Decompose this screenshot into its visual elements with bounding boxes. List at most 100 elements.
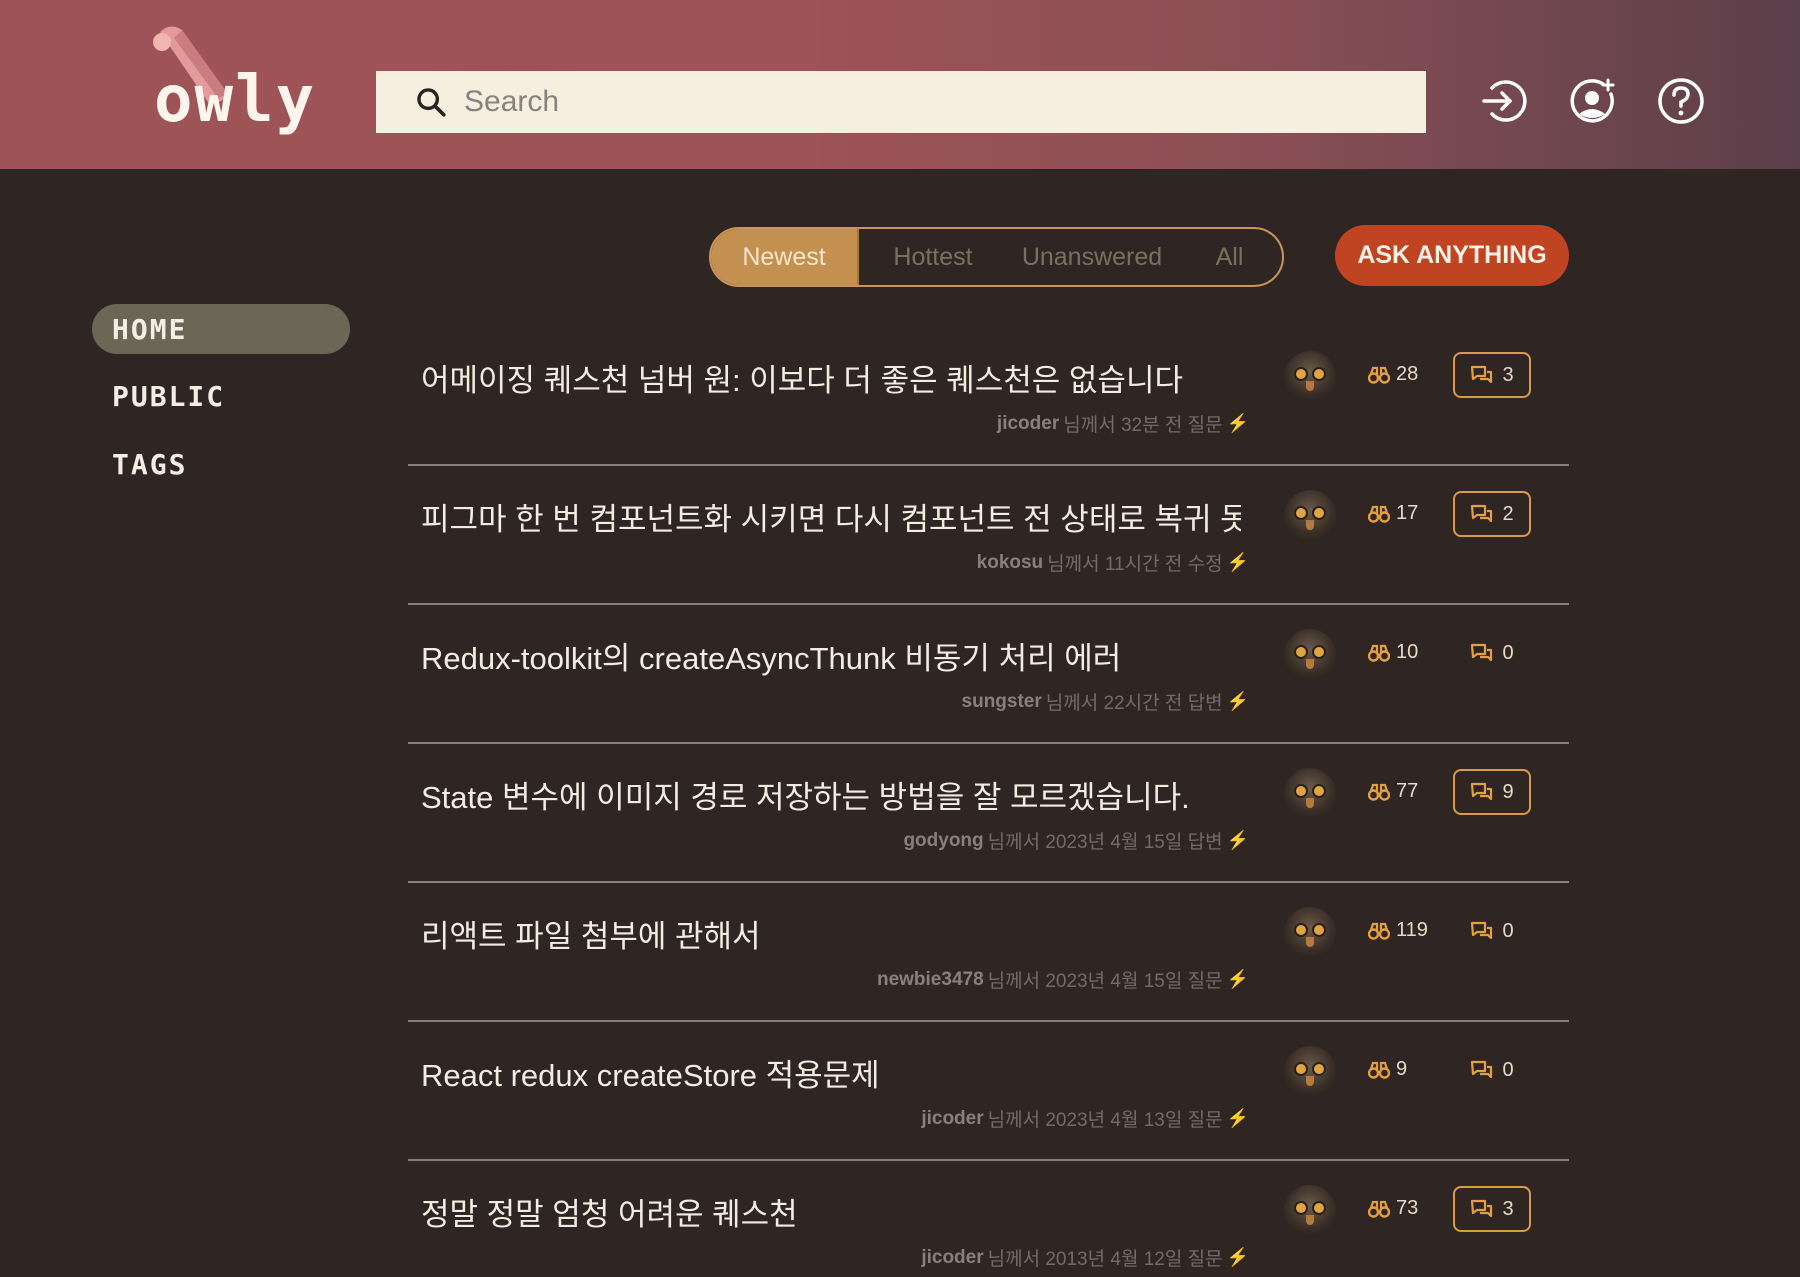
comments-icon [1471,1060,1493,1079]
sidebar-item-public[interactable]: PUBLIC [92,371,350,421]
view-count: 119 [1368,919,1428,942]
answer-count-value: 0 [1502,641,1514,664]
view-count-value: 17 [1396,502,1419,524]
question-row[interactable]: 리액트 파일 첨부에 관해서 newbie3478 님께서 2023년 4월 15일… [408,883,1569,1022]
answer-count-value: 2 [1502,502,1514,525]
bolt-icon: ⚡ [1226,552,1249,572]
question-meta: jicoder 님께서 2023년 4월 13일 질문 ⚡ [921,1105,1249,1132]
filter-tabs: Newest Hottest Unanswered All [709,227,1284,287]
question-row[interactable]: 어메이징 퀘스천 넘버 원: 이보다 더 좋은 퀘스천은 없습니다 jicoder… [408,327,1569,466]
sidebar-item-home[interactable]: HOME [92,304,350,354]
answer-count-button[interactable]: 0 [1453,630,1531,676]
view-count-value: 9 [1396,1058,1408,1080]
answer-count-button[interactable]: 9 [1453,769,1531,815]
comments-icon [1471,643,1493,662]
comments-icon [1471,782,1493,801]
bolt-icon: ⚡ [1226,830,1249,850]
author-name[interactable]: jicoder [921,1247,983,1269]
question-title[interactable]: 피그마 한 번 컴포넌트화 시키면 다시 컴포넌트 전 상태로 복귀 못 ... [421,494,1241,539]
view-count-value: 77 [1396,780,1419,802]
answer-count-button[interactable]: 3 [1453,352,1531,398]
author-name[interactable]: newbie3478 [877,969,984,991]
author-name[interactable]: kokosu [977,552,1044,574]
comments-icon [1471,921,1493,940]
question-row[interactable]: 피그마 한 번 컴포넌트화 시키면 다시 컴포넌트 전 상태로 복귀 못 ...… [408,466,1569,605]
answer-count-button[interactable]: 2 [1453,491,1531,537]
question-meta: jicoder 님께서 32분 전 질문 ⚡ [997,410,1249,437]
view-count-value: 73 [1396,1197,1419,1219]
question-title[interactable]: 리액트 파일 첨부에 관해서 [421,911,1241,956]
question-title[interactable]: 정말 정말 엄청 어려운 퀘스천 [421,1189,1241,1234]
top-header: owly [0,0,1800,169]
question-title[interactable]: Redux-toolkit의 createAsyncThunk 비동기 처리 에… [421,633,1241,678]
question-timestamp: 님께서 2023년 4월 15일 답변 [987,832,1223,853]
bolt-icon: ⚡ [1226,413,1249,433]
view-count-value: 119 [1396,919,1428,941]
answer-count-button[interactable]: 3 [1453,1186,1531,1232]
author-name[interactable]: jicoder [997,413,1059,435]
answer-count-button[interactable]: 0 [1453,1047,1531,1093]
answer-count-button[interactable]: 0 [1453,908,1531,954]
question-timestamp: 님께서 11시간 전 수정 [1047,554,1223,575]
question-row[interactable]: State 변수에 이미지 경로 저장하는 방법을 잘 모르겠습니다. godyo… [408,744,1569,883]
binoculars-icon [1368,922,1390,940]
binoculars-icon [1368,1061,1390,1079]
view-count: 10 [1368,641,1418,664]
avatar[interactable] [1284,490,1336,542]
question-list: 어메이징 퀘스천 넘버 원: 이보다 더 좋은 퀘스천은 없습니다 jicoder… [408,327,1569,1277]
question-title[interactable]: 어메이징 퀘스천 넘버 원: 이보다 더 좋은 퀘스천은 없습니다 [421,355,1241,400]
tab-hottest[interactable]: Hottest [859,229,1007,285]
question-timestamp: 님께서 2023년 4월 13일 질문 [987,1110,1223,1131]
question-row[interactable]: Redux-toolkit의 createAsyncThunk 비동기 처리 에… [408,605,1569,744]
author-name[interactable]: sungster [962,691,1042,713]
avatar[interactable] [1284,907,1336,959]
view-count: 17 [1368,502,1418,525]
question-timestamp: 님께서 2013년 4월 12일 질문 [987,1249,1223,1270]
bolt-icon: ⚡ [1226,1108,1249,1128]
tab-unanswered[interactable]: Unanswered [1007,229,1177,285]
comments-icon [1471,365,1493,384]
view-count: 77 [1368,780,1418,803]
tab-all[interactable]: All [1177,229,1282,285]
question-row[interactable]: 정말 정말 엄청 어려운 퀘스천 jicoder 님께서 2013년 4월 12일 … [408,1161,1569,1277]
binoculars-icon [1368,366,1390,384]
search-bar[interactable] [376,71,1426,133]
author-name[interactable]: jicoder [921,1108,983,1130]
logo-text: owly [154,63,317,137]
tab-newest[interactable]: Newest [711,229,859,285]
help-icon[interactable] [1656,76,1706,126]
answer-count-value: 3 [1502,1197,1514,1220]
login-icon[interactable] [1478,76,1528,126]
ask-anything-button[interactable]: ASK ANYTHING [1335,225,1569,286]
question-row[interactable]: React redux createStore 적용문제 jicoder 님께서 2… [408,1022,1569,1161]
user-add-icon[interactable] [1567,76,1617,126]
bolt-icon: ⚡ [1226,691,1249,711]
owly-logo[interactable]: owly [140,22,320,144]
view-count: 9 [1368,1058,1407,1081]
answer-count-value: 3 [1502,363,1514,386]
binoculars-icon [1368,1200,1390,1218]
avatar[interactable] [1284,1185,1336,1237]
answer-count-value: 0 [1502,1058,1514,1081]
avatar[interactable] [1284,351,1336,403]
avatar[interactable] [1284,629,1336,681]
search-input[interactable] [464,85,1364,119]
comments-icon [1471,504,1493,523]
question-meta: kokosu 님께서 11시간 전 수정 ⚡ [977,549,1249,576]
question-meta: newbie3478 님께서 2023년 4월 15일 질문 ⚡ [877,966,1249,993]
view-count: 28 [1368,363,1418,386]
answer-count-value: 9 [1502,780,1514,803]
binoculars-icon [1368,644,1390,662]
question-timestamp: 님께서 32분 전 질문 [1063,415,1223,436]
bolt-icon: ⚡ [1226,969,1249,989]
author-name[interactable]: godyong [903,830,983,852]
view-count: 73 [1368,1197,1418,1220]
question-timestamp: 님께서 2023년 4월 15일 질문 [987,971,1223,992]
question-title[interactable]: State 변수에 이미지 경로 저장하는 방법을 잘 모르겠습니다. [421,772,1241,817]
avatar[interactable] [1284,1046,1336,1098]
avatar[interactable] [1284,768,1336,820]
sidebar-item-tags[interactable]: TAGS [92,439,350,489]
search-icon [417,88,446,117]
question-title[interactable]: React redux createStore 적용문제 [421,1050,1241,1095]
view-count-value: 28 [1396,363,1419,385]
